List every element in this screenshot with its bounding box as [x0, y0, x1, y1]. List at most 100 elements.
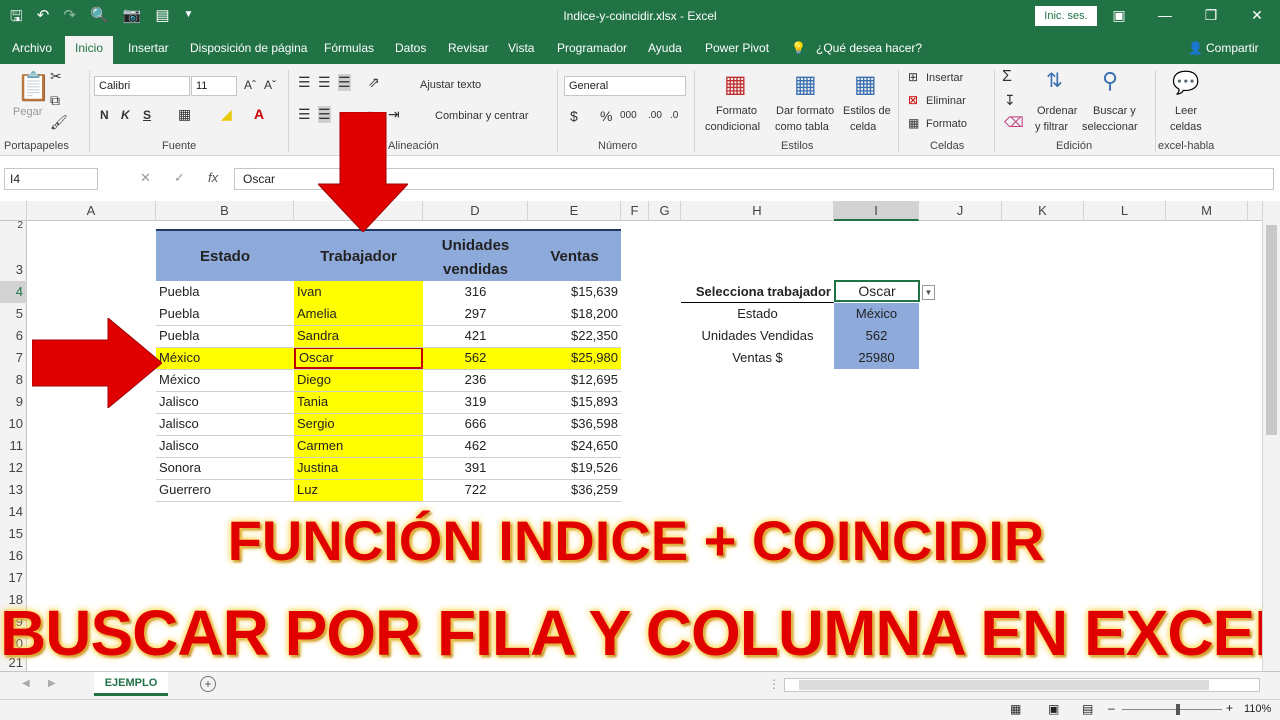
table-cell[interactable]: 666	[423, 413, 528, 435]
lookup-select-cell[interactable]: Oscar	[834, 280, 920, 302]
table-cell[interactable]: $24,650	[528, 435, 621, 457]
table-format-icon[interactable]: ▦	[794, 70, 817, 99]
cond-format-label-2[interactable]: condicional	[705, 121, 760, 133]
borders-icon[interactable]: ▦	[178, 106, 191, 123]
dropdown-arrow-icon[interactable]: ▼	[922, 285, 935, 300]
sign-in-button[interactable]: Inic. ses.	[1035, 6, 1097, 26]
close-icon[interactable]: ✕	[1234, 0, 1280, 32]
row-header[interactable]: 8	[0, 369, 27, 391]
table-cell[interactable]: México	[156, 347, 294, 369]
table-cell[interactable]: Sonora	[156, 457, 294, 479]
tab-inicio[interactable]: Inicio	[65, 36, 114, 64]
currency-icon[interactable]: $	[570, 108, 578, 124]
add-sheet-icon[interactable]: +	[200, 676, 216, 692]
table-cell[interactable]: Ivan	[294, 281, 423, 303]
table-cell[interactable]: Carmen	[294, 435, 423, 457]
zoom-slider-handle[interactable]	[1176, 704, 1180, 715]
row-header[interactable]: 9	[0, 391, 27, 413]
minimize-icon[interactable]: —	[1142, 0, 1188, 32]
format-cells-button[interactable]: Formato	[926, 118, 967, 130]
sort-filter-icon[interactable]: ⇅	[1046, 68, 1063, 93]
enter-icon[interactable]: ✓	[174, 170, 185, 186]
table-cell[interactable]: 722	[423, 479, 528, 501]
delete-cells-icon[interactable]: ⊠	[908, 93, 918, 107]
tab-insertar[interactable]: Insertar	[128, 41, 169, 55]
format-cells-icon[interactable]: ▦	[908, 116, 919, 130]
table-header-trabajador[interactable]: Trabajador	[294, 229, 423, 281]
read-cells-icon[interactable]: 💬	[1172, 70, 1199, 96]
row-header[interactable]: 5	[0, 303, 27, 325]
zoom-level[interactable]: 110%	[1244, 703, 1271, 715]
tab-disposicion[interactable]: Disposición de página	[190, 41, 307, 55]
find-select-icon[interactable]: ⚲	[1102, 68, 1118, 94]
table-cell[interactable]: 236	[423, 369, 528, 391]
column-header[interactable]: B	[156, 201, 294, 221]
share-icon[interactable]: 👤	[1188, 41, 1203, 55]
row-header[interactable]: 12	[0, 457, 27, 479]
tell-me-input[interactable]: ¿Qué desea hacer?	[816, 41, 922, 55]
table-header-unidades[interactable]: Unidades vendidas	[423, 229, 528, 281]
decrease-decimal-icon[interactable]: .0	[670, 110, 678, 121]
lookup-value[interactable]: 562	[834, 325, 919, 347]
table-cell[interactable]: 319	[423, 391, 528, 413]
scroll-left-icon[interactable]: ◀	[22, 678, 30, 689]
cond-format-label-1[interactable]: Formato	[716, 105, 757, 117]
table-cell[interactable]: Sergio	[294, 413, 423, 435]
row-header[interactable]: 2	[0, 221, 27, 231]
table-cell[interactable]: $15,639	[528, 281, 621, 303]
column-header[interactable]: K	[1002, 201, 1084, 221]
fill-icon[interactable]: ↧	[1004, 92, 1016, 109]
page-break-icon[interactable]: ▤	[1082, 702, 1093, 716]
scroll-right-icon[interactable]: ▶	[48, 678, 56, 689]
table-header-estado[interactable]: Estado	[156, 229, 294, 281]
table-cell[interactable]: 421	[423, 325, 528, 347]
zoom-slider[interactable]	[1122, 709, 1222, 710]
column-header[interactable]: A	[27, 201, 156, 221]
fill-color-icon[interactable]: ◢	[221, 106, 232, 123]
paste-icon[interactable]: 📋	[16, 70, 51, 103]
table-format-label-2[interactable]: como tabla	[775, 121, 829, 133]
column-header[interactable]: H	[681, 201, 834, 221]
align-left-icon[interactable]: ☰	[298, 106, 311, 123]
row-header[interactable]: 4	[0, 281, 27, 303]
row-header[interactable]: 6	[0, 325, 27, 347]
underline-button[interactable]: S	[143, 108, 151, 122]
find-label-1[interactable]: Buscar y	[1093, 105, 1136, 117]
table-cell[interactable]: Jalisco	[156, 391, 294, 413]
column-header[interactable]: I	[834, 201, 919, 221]
row-header[interactable]: 3	[0, 259, 27, 281]
zoom-in-icon[interactable]: +	[1226, 701, 1233, 715]
tab-formulas[interactable]: Fórmulas	[324, 41, 374, 55]
table-cell[interactable]: Tania	[294, 391, 423, 413]
select-all[interactable]	[0, 201, 27, 221]
orientation-icon[interactable]: ⇗	[368, 74, 380, 91]
table-cell[interactable]: $12,695	[528, 369, 621, 391]
table-cell-selected[interactable]: Oscar	[294, 347, 423, 369]
table-cell[interactable]: Puebla	[156, 281, 294, 303]
table-cell[interactable]: $19,526	[528, 457, 621, 479]
table-cell[interactable]: $15,893	[528, 391, 621, 413]
tab-power-pivot[interactable]: Power Pivot	[705, 41, 769, 55]
font-color-icon[interactable]: A	[254, 106, 264, 122]
row-header[interactable]: 11	[0, 435, 27, 457]
find-label-2[interactable]: seleccionar	[1082, 121, 1138, 133]
row-header[interactable]: 7	[0, 347, 27, 369]
insert-cells-icon[interactable]: ⊞	[908, 70, 918, 84]
table-cell[interactable]: Diego	[294, 369, 423, 391]
column-header[interactable]: E	[528, 201, 621, 221]
table-cell[interactable]: Puebla	[156, 303, 294, 325]
normal-view-icon[interactable]: ▦	[1010, 702, 1021, 716]
column-header[interactable]: D	[423, 201, 528, 221]
table-cell[interactable]: 562	[423, 347, 528, 369]
grow-font-icon[interactable]: Aˆ	[244, 78, 256, 92]
cell-styles-label-2[interactable]: celda	[850, 121, 876, 133]
column-header[interactable]: J	[919, 201, 1002, 221]
merge-center-button[interactable]: Combinar y centrar	[435, 110, 529, 122]
read-label-2[interactable]: celdas	[1170, 121, 1202, 133]
table-cell[interactable]: 316	[423, 281, 528, 303]
table-cell[interactable]: 391	[423, 457, 528, 479]
ribbon-display-icon[interactable]: ▣	[1096, 0, 1142, 32]
table-format-label-1[interactable]: Dar formato	[776, 105, 834, 117]
table-header-ventas[interactable]: Ventas	[528, 229, 621, 281]
table-cell[interactable]: Justina	[294, 457, 423, 479]
